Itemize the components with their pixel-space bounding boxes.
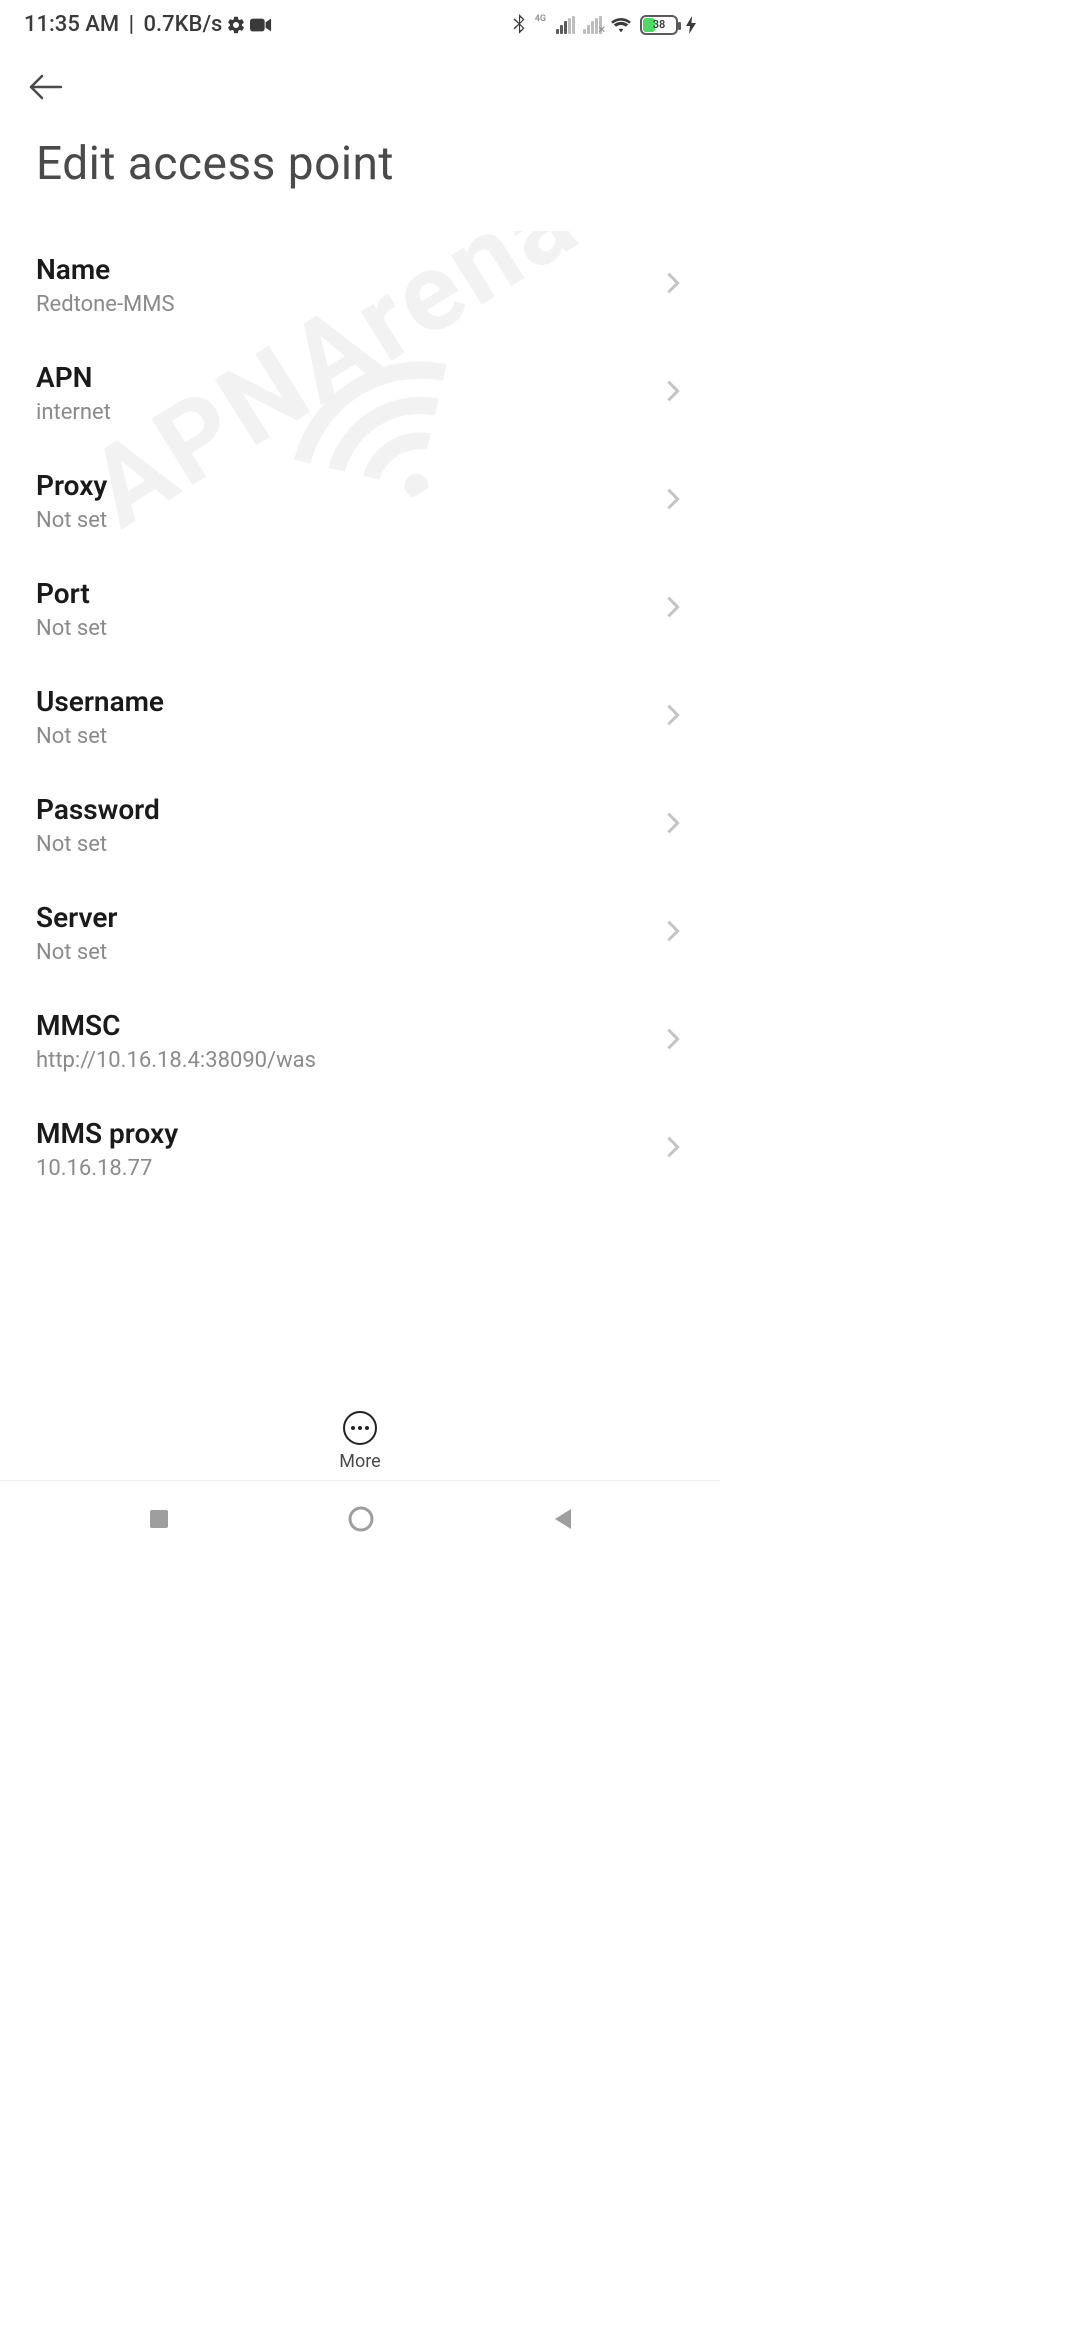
chevron-right-icon <box>666 1027 680 1055</box>
battery-icon: 38 <box>640 15 678 35</box>
wifi-icon <box>610 16 632 34</box>
chevron-right-icon <box>666 379 680 407</box>
page-title: Edit access point <box>0 117 720 231</box>
setting-row-username[interactable]: Username Not set <box>0 663 720 771</box>
chevron-right-icon <box>666 703 680 731</box>
setting-row-name[interactable]: Name Redtone-MMS <box>0 231 720 339</box>
chevron-right-icon <box>666 919 680 947</box>
more-icon <box>343 1411 377 1445</box>
chevron-right-icon <box>666 595 680 623</box>
setting-label: MMSC <box>36 1009 316 1042</box>
setting-label: Port <box>36 577 107 610</box>
setting-label: Server <box>36 901 117 934</box>
setting-row-mmsproxy[interactable]: MMS proxy 10.16.18.77 <box>0 1095 720 1203</box>
toolbar <box>0 49 720 117</box>
bluetooth-icon <box>511 14 527 36</box>
more-button[interactable]: More <box>0 1381 720 1472</box>
chevron-right-icon <box>666 1135 680 1163</box>
setting-label: APN <box>36 361 111 394</box>
clock: 11:35 AM <box>24 12 119 37</box>
setting-row-proxy[interactable]: Proxy Not set <box>0 447 720 555</box>
gear-icon <box>226 15 246 35</box>
status-right: 4G ✕ 38 <box>511 14 696 36</box>
setting-row-server[interactable]: Server Not set <box>0 879 720 987</box>
setting-value: Not set <box>36 508 107 533</box>
setting-value: Not set <box>36 832 160 857</box>
setting-row-port[interactable]: Port Not set <box>0 555 720 663</box>
signal-badge: 4G <box>535 14 546 24</box>
back-nav-button[interactable] <box>551 1507 573 1535</box>
setting-label: Password <box>36 793 160 826</box>
home-button[interactable] <box>346 1504 376 1538</box>
setting-label: MMS proxy <box>36 1117 178 1150</box>
setting-value: 10.16.18.77 <box>36 1156 178 1181</box>
charging-icon <box>686 16 696 34</box>
recent-apps-button[interactable] <box>147 1507 171 1535</box>
chevron-right-icon <box>666 271 680 299</box>
setting-row-apn[interactable]: APN internet <box>0 339 720 447</box>
settings-list[interactable]: APNArena Name Redtone-MMS APN internet P… <box>0 231 720 1203</box>
setting-label: Proxy <box>36 469 107 502</box>
chevron-right-icon <box>666 811 680 839</box>
back-button[interactable] <box>28 67 68 107</box>
setting-label: Username <box>36 685 164 718</box>
setting-value: Not set <box>36 940 117 965</box>
chevron-right-icon <box>666 487 680 515</box>
more-label: More <box>339 1451 380 1472</box>
setting-row-password[interactable]: Password Not set <box>0 771 720 879</box>
setting-value: http://10.16.18.4:38090/was <box>36 1048 316 1073</box>
setting-row-mmsc[interactable]: MMSC http://10.16.18.4:38090/was <box>0 987 720 1095</box>
status-bar: 11:35 AM | 0.7KB/s 4G ✕ <box>0 0 720 49</box>
setting-label: Name <box>36 253 175 286</box>
setting-value: Redtone-MMS <box>36 292 175 317</box>
navigation-bar <box>0 1480 720 1560</box>
status-left: 11:35 AM | 0.7KB/s <box>24 12 272 37</box>
net-speed: 0.7KB/s <box>144 12 223 37</box>
setting-value: internet <box>36 400 111 425</box>
setting-value: Not set <box>36 724 164 749</box>
setting-value: Not set <box>36 616 107 641</box>
camera-icon <box>250 17 272 33</box>
signal-icon-2: ✕ <box>583 16 602 34</box>
signal-icon-1 <box>556 16 575 34</box>
